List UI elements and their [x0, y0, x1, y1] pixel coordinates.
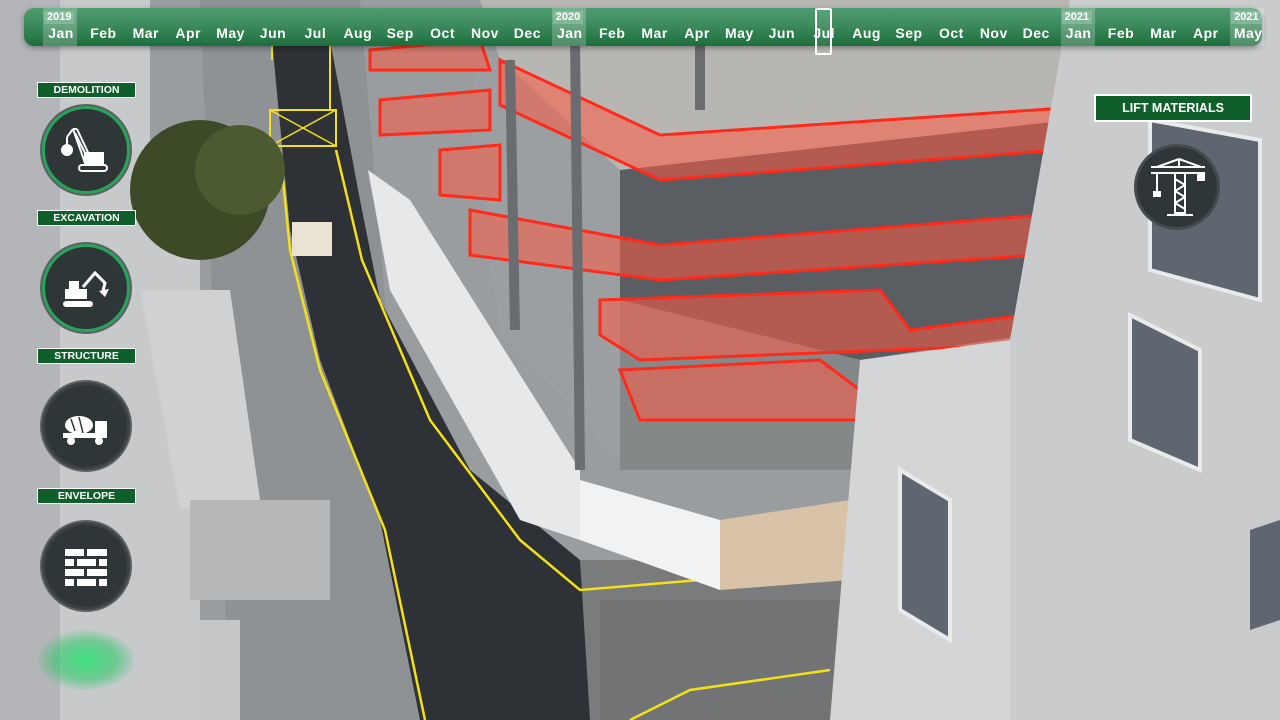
timeline-month-28[interactable]: May: [1234, 25, 1263, 41]
year-label: 2019: [44, 11, 75, 24]
timeline-month-5[interactable]: Jun: [260, 25, 286, 41]
timeline-month-20[interactable]: Sep: [895, 25, 922, 41]
timeline-month-8[interactable]: Sep: [387, 25, 414, 41]
timeline-month-27[interactable]: Apr: [1193, 25, 1219, 41]
timeline-month-14[interactable]: Mar: [641, 25, 667, 41]
year-label: 2021: [1231, 11, 1262, 24]
timeline-month-22[interactable]: Nov: [980, 25, 1008, 41]
timeline-month-9[interactable]: Oct: [430, 25, 455, 41]
envelope-button[interactable]: [42, 522, 130, 610]
timeline-month-15[interactable]: Apr: [684, 25, 710, 41]
timeline-month-25[interactable]: Feb: [1108, 25, 1134, 41]
timeline-month-7[interactable]: Aug: [343, 25, 372, 41]
construction-site-scene: [0, 0, 1280, 720]
timeline-current-month-marker[interactable]: [815, 8, 833, 55]
timeline-month-0[interactable]: Jan: [48, 25, 74, 41]
timeline-month-6[interactable]: Jul: [305, 25, 327, 41]
crane-wrecking-ball-icon: [61, 128, 108, 172]
brick-wall-icon: [65, 549, 107, 586]
envelope-label[interactable]: ENVELOPE: [37, 488, 136, 504]
tower-crane-icon: [1151, 158, 1205, 216]
timeline-month-4[interactable]: May: [216, 25, 245, 41]
timeline-month-21[interactable]: Oct: [939, 25, 964, 41]
timeline-month-11[interactable]: Dec: [514, 25, 541, 41]
timeline-month-1[interactable]: Feb: [90, 25, 116, 41]
excavation-label[interactable]: EXCAVATION: [37, 210, 136, 226]
timeline-month-17[interactable]: Jun: [769, 25, 795, 41]
timeline-month-12[interactable]: Jan: [557, 25, 583, 41]
structure-button[interactable]: [42, 382, 130, 470]
lift-materials-button[interactable]: LIFT MATERIALS: [1094, 94, 1252, 122]
timeline-month-10[interactable]: Nov: [471, 25, 499, 41]
year-label: 2021: [1061, 11, 1093, 24]
timeline-month-13[interactable]: Feb: [599, 25, 625, 41]
timeline-month-26[interactable]: Mar: [1150, 25, 1176, 41]
timeline-bar[interactable]: 2019 2020 2021 2021 Jan Feb Mar Apr May Jun Jul Aug…: [24, 8, 1265, 46]
timeline-month-2[interactable]: Mar: [133, 25, 159, 41]
year-label: 2020: [552, 11, 584, 24]
structure-label[interactable]: STRUCTURE: [37, 348, 136, 364]
excavator-icon: [63, 270, 109, 307]
timeline-month-23[interactable]: Dec: [1023, 25, 1050, 41]
timeline-month-19[interactable]: Aug: [852, 25, 881, 41]
status-glow-indicator: [38, 630, 134, 690]
demolition-label[interactable]: DEMOLITION: [37, 82, 136, 98]
demolition-button[interactable]: [42, 106, 130, 194]
timeline-month-16[interactable]: May: [725, 25, 754, 41]
timeline-month-24[interactable]: Jan: [1066, 25, 1092, 41]
excavation-button[interactable]: [42, 244, 130, 332]
timeline-month-3[interactable]: Apr: [175, 25, 201, 41]
concrete-mixer-truck-icon: [63, 416, 107, 445]
lift-materials-toggle[interactable]: [1134, 144, 1220, 230]
